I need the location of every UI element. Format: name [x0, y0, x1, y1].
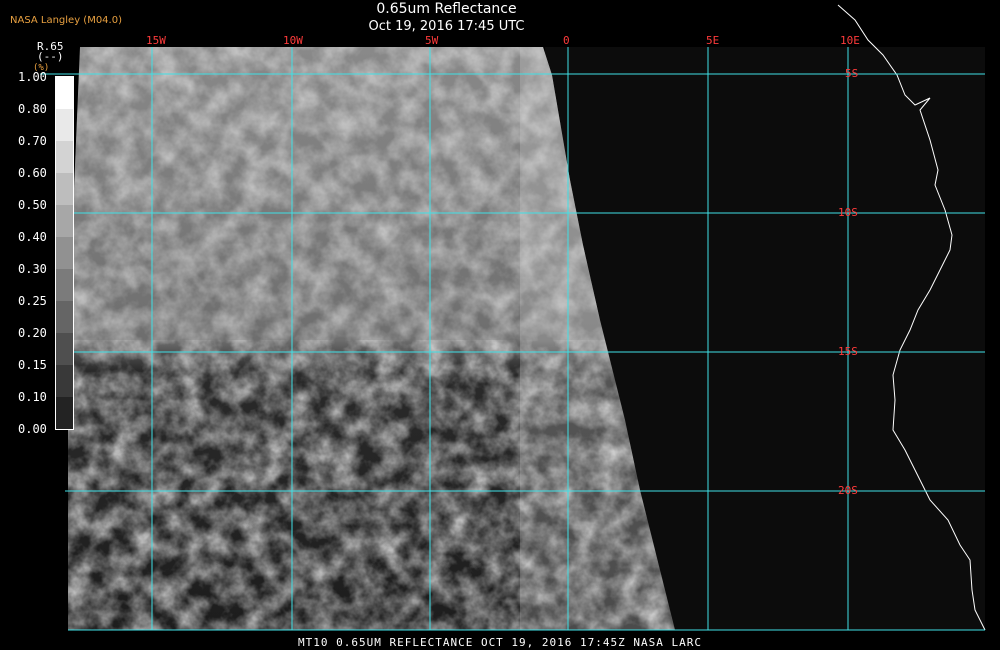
scale-segment: [56, 109, 73, 141]
scale-segment: [56, 333, 73, 365]
lat-label: 20S: [838, 484, 858, 497]
lon-label: 10E: [840, 34, 860, 47]
scale-tick: 0.20: [18, 326, 47, 340]
lat-label: 5S: [845, 67, 859, 80]
scale-segment: [56, 237, 73, 269]
scale-tick: 0.25: [18, 294, 47, 308]
scale-tick: 0.60: [18, 166, 47, 180]
lat-label: 10S: [838, 206, 858, 219]
scale-segment: [56, 397, 73, 429]
scale-segment: [56, 77, 73, 109]
scale-segment: [56, 301, 73, 333]
lon-label: 5W: [425, 34, 439, 47]
scale-tick: 0.80: [18, 102, 47, 116]
legend-title: R.65 (--): [37, 40, 64, 63]
lon-label: 0: [563, 34, 570, 47]
scale-tick: 0.70: [18, 134, 47, 148]
image-footer: MT10 0.65UM REFLECTANCE OCT 19, 2016 17:…: [298, 636, 702, 649]
satellite-imagery: [40, 4, 986, 631]
lon-label: 10W: [283, 34, 303, 47]
color-scale-bar: [55, 76, 74, 430]
lon-label: 5E: [706, 34, 720, 47]
lon-label: 15W: [146, 34, 166, 47]
scale-tick: 0.40: [18, 230, 47, 244]
lat-label: 15S: [838, 345, 858, 358]
scale-segment: [56, 205, 73, 237]
scale-tick: 0.00: [18, 422, 47, 436]
scale-tick: 0.50: [18, 198, 47, 212]
scale-tick: 0.30: [18, 262, 47, 276]
scale-tick: 0.10: [18, 390, 47, 404]
scale-segment: [56, 173, 73, 205]
scale-tick: 0.15: [18, 358, 47, 372]
scale-segment: [56, 365, 73, 397]
scale-segment: [56, 141, 73, 173]
scale-segment: [56, 269, 73, 301]
scale-tick: 1.00: [18, 70, 47, 84]
